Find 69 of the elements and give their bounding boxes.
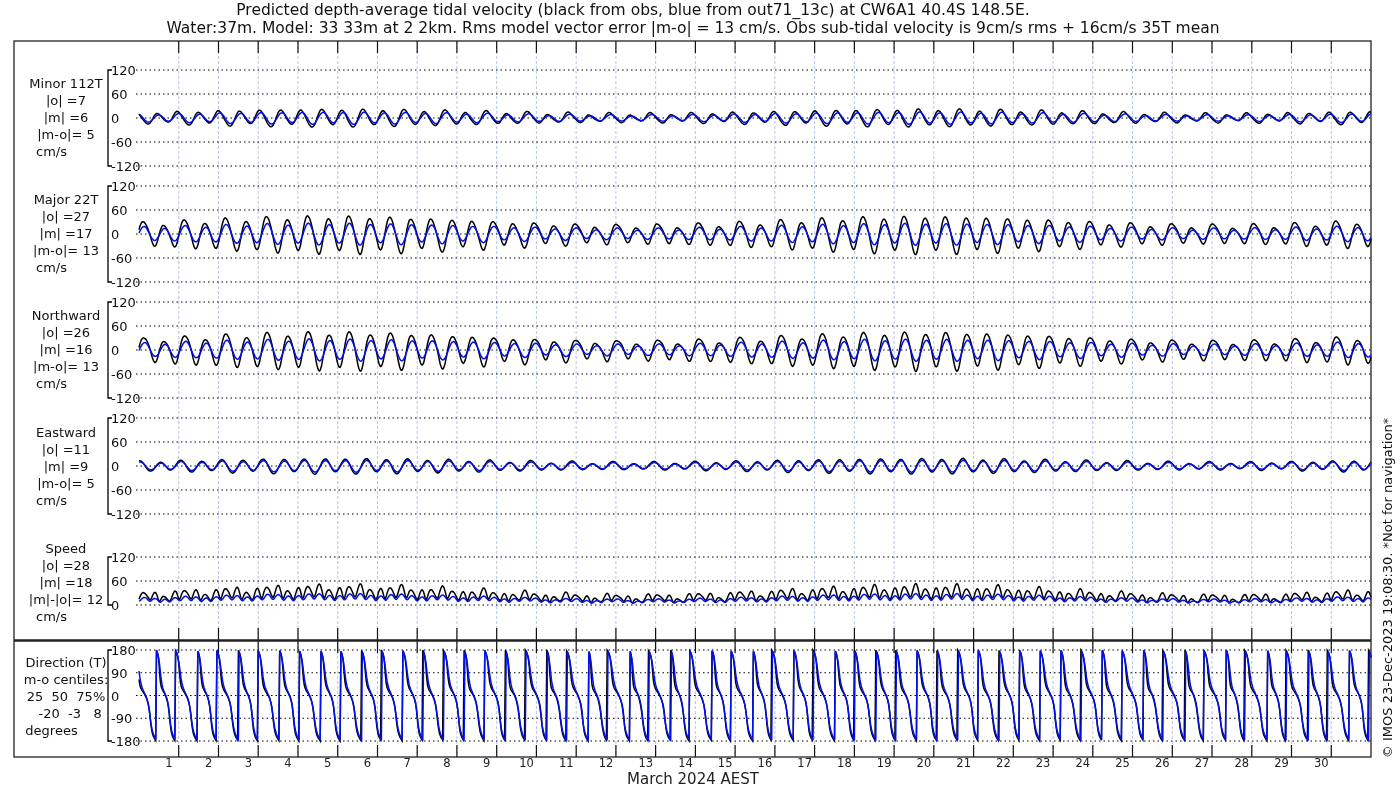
chart-title: Water:37m. Model: 33 33m at 2 2km. Rms model vector error |m-o| = 13 cm/s. Obs sub-tidal velocity is 9cm/s rms + 16cm/s 35T mean <box>166 19 1220 37</box>
y-tick-label: 120 <box>111 63 136 78</box>
x-tick-label: 2 <box>204 756 213 770</box>
panel-stats-label: Minor 112T |o| =7 |m| =6 |m-o|= 5 cm/s <box>29 76 103 159</box>
x-tick-label: 22 <box>996 756 1011 770</box>
x-axis-label: March 2024 AEST <box>627 770 759 788</box>
y-tick-label: -120 <box>111 275 141 290</box>
y-tick-label: -60 <box>111 135 133 150</box>
panel-stats-label: Direction (T) m-o centiles: 25 50 75% -20 -3 8 degrees <box>23 655 109 738</box>
x-tick-label: 24 <box>1075 756 1091 770</box>
y-tick-label: 0 <box>111 111 120 126</box>
y-tick-label: 180 <box>111 643 136 658</box>
x-tick-label: 13 <box>638 756 654 770</box>
x-tick-label: 25 <box>1115 756 1130 770</box>
y-tick-label: -120 <box>111 159 141 174</box>
panel-stats-label: Northward |o| =26 |m| =16 |m-o|= 13 cm/s <box>31 308 101 391</box>
x-tick-label: 15 <box>717 756 733 770</box>
x-tick-label: 10 <box>519 756 534 770</box>
x-tick-label: 26 <box>1155 756 1170 770</box>
y-tick-label: 60 <box>111 574 128 589</box>
x-tick-label: 20 <box>916 756 932 770</box>
y-tick-label: -180 <box>111 734 141 749</box>
y-tick-label: 120 <box>111 179 136 194</box>
x-tick-label: 19 <box>876 756 892 770</box>
panel-stats-label: Speed |o| =28 |m| =18 |m|-|o|= 12 cm/s <box>28 541 104 624</box>
x-tick-label: 4 <box>284 756 292 770</box>
y-tick-label: 90 <box>111 665 128 681</box>
y-tick-label: -60 <box>111 367 133 382</box>
y-tick-label: 0 <box>111 227 120 242</box>
x-tick-label: 7 <box>403 756 411 770</box>
x-tick-label: 23 <box>1035 756 1051 770</box>
x-tick-label: 6 <box>363 756 372 770</box>
y-axis <box>107 556 113 606</box>
y-tick-label: 0 <box>111 343 120 358</box>
x-tick-label: 16 <box>757 756 773 770</box>
x-tick-label: 28 <box>1234 756 1250 770</box>
x-tick-label: 11 <box>558 756 574 770</box>
x-tick-label: 1 <box>165 756 173 770</box>
x-tick-label: 18 <box>837 756 852 770</box>
x-tick-label: 12 <box>598 756 614 770</box>
x-tick-label: 21 <box>956 756 971 770</box>
y-tick-label: -120 <box>111 507 141 522</box>
x-tick-label: 3 <box>244 756 252 770</box>
y-tick-label: 0 <box>111 459 120 474</box>
y-tick-label: 60 <box>111 87 128 102</box>
y-tick-label: -120 <box>111 391 141 406</box>
y-tick-label: 120 <box>111 411 136 426</box>
y-tick-label: -60 <box>111 483 133 498</box>
x-tick-label: 27 <box>1194 756 1210 770</box>
y-tick-label: -90 <box>111 711 133 727</box>
copyright-note: © IMOS 23-Dec-2023 19:08:30. *Not for navigation* <box>1380 417 1395 759</box>
x-tick-label: 14 <box>678 756 693 770</box>
y-tick-label: -60 <box>111 251 133 266</box>
y-tick-label: 0 <box>111 688 120 704</box>
x-tick-label: 8 <box>443 756 451 770</box>
y-tick-label: 120 <box>111 295 136 310</box>
chart-title: Predicted depth-average tidal velocity (black from obs, blue from out71_13c) at CW6A1 40.4S 148.5E. <box>236 1 1030 19</box>
x-tick-label: 29 <box>1274 756 1289 770</box>
panel-stats-label: Major 22T |o| =27 |m| =17 |m-o|= 13 cm/s <box>33 192 99 275</box>
x-tick-label: 5 <box>324 756 332 770</box>
y-tick-label: 0 <box>111 598 120 613</box>
y-tick-label: 120 <box>111 550 136 565</box>
x-tick-label: 9 <box>483 756 491 770</box>
y-tick-label: 60 <box>111 319 128 334</box>
x-tick-label: 30 <box>1314 756 1329 770</box>
x-tick-label: 17 <box>797 756 812 770</box>
y-tick-label: 60 <box>111 203 128 218</box>
panel-stats-label: Eastward |o| =11 |m| =9 |m-o|= 5 cm/s <box>36 425 96 508</box>
y-tick-label: 60 <box>111 435 128 450</box>
